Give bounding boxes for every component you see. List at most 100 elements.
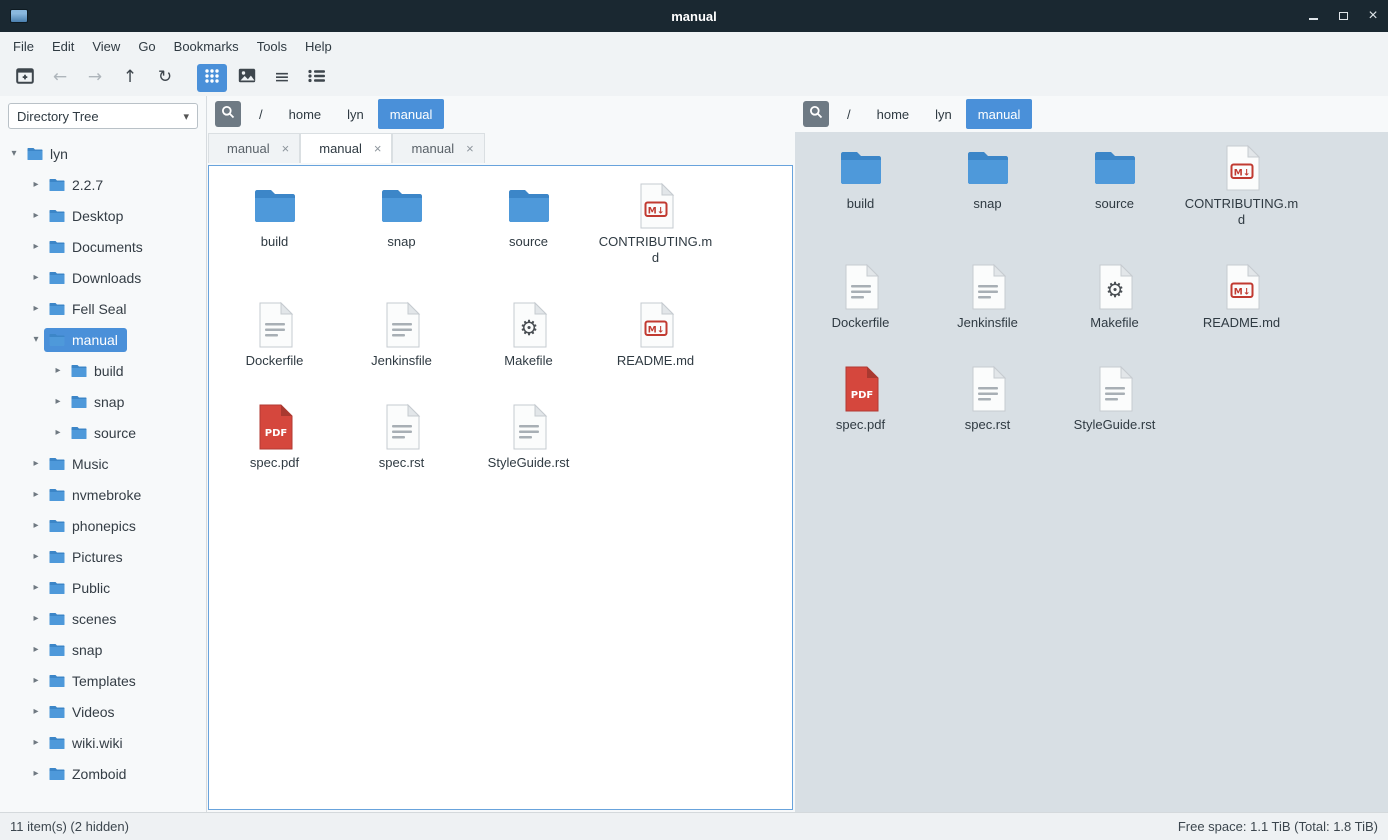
tree-item-pictures[interactable]: ▸Pictures — [0, 541, 206, 572]
chevron-right-icon[interactable]: ▸ — [28, 675, 44, 686]
chevron-down-icon[interactable]: ▾ — [6, 148, 22, 159]
tree-item-videos[interactable]: ▸Videos — [0, 696, 206, 727]
file-contributing-md[interactable]: M↓CONTRIBUTING.md — [1178, 144, 1305, 229]
reload-button[interactable]: ↻ — [150, 64, 180, 92]
breadcrumb-lyn[interactable]: lyn — [335, 99, 376, 129]
breadcrumb-manual[interactable]: manual — [966, 99, 1033, 129]
chevron-right-icon[interactable]: ▸ — [28, 551, 44, 562]
titlebar[interactable]: manual × — [0, 0, 1388, 32]
chevron-right-icon[interactable]: ▸ — [28, 303, 44, 314]
tree-item-snap[interactable]: ▸snap — [0, 386, 206, 417]
tab-manual-2[interactable]: manual× — [392, 133, 484, 163]
tree-item-fell-seal[interactable]: ▸Fell Seal — [0, 293, 206, 324]
icon-view-button[interactable] — [197, 64, 227, 92]
tree-item-nvmebroke[interactable]: ▸nvmebroke — [0, 479, 206, 510]
chevron-right-icon[interactable]: ▸ — [28, 458, 44, 469]
tree-item-templates[interactable]: ▸Templates — [0, 665, 206, 696]
file-source[interactable]: source — [465, 182, 592, 267]
file-source[interactable]: source — [1051, 144, 1178, 229]
tree-item-documents[interactable]: ▸Documents — [0, 231, 206, 262]
breadcrumb-home[interactable]: home — [277, 99, 334, 129]
menu-file[interactable]: File — [4, 32, 43, 60]
file-snap[interactable]: snap — [338, 182, 465, 267]
tree-item-phonepics[interactable]: ▸phonepics — [0, 510, 206, 541]
file-styleguide-rst[interactable]: StyleGuide.rst — [465, 403, 592, 471]
breadcrumb-root[interactable]: / — [835, 99, 863, 129]
file-makefile[interactable]: ⚙Makefile — [465, 301, 592, 369]
chevron-right-icon[interactable]: ▸ — [28, 706, 44, 717]
chevron-right-icon[interactable]: ▸ — [28, 737, 44, 748]
chevron-right-icon[interactable]: ▸ — [28, 582, 44, 593]
close-tab-icon[interactable]: × — [374, 142, 382, 155]
tree-item-wiki-wiki[interactable]: ▸wiki.wiki — [0, 727, 206, 758]
tree-item-build[interactable]: ▸build — [0, 355, 206, 386]
back-button[interactable]: ← — [45, 64, 75, 92]
maximize-button[interactable] — [1328, 0, 1358, 32]
menu-edit[interactable]: Edit — [43, 32, 83, 60]
close-tab-icon[interactable]: × — [282, 142, 290, 155]
file-build[interactable]: build — [211, 182, 338, 267]
breadcrumb-root[interactable]: / — [247, 99, 275, 129]
chevron-right-icon[interactable]: ▸ — [28, 241, 44, 252]
file-makefile[interactable]: ⚙Makefile — [1051, 263, 1178, 331]
menu-view[interactable]: View — [83, 32, 129, 60]
breadcrumb-manual[interactable]: manual — [378, 99, 445, 129]
chevron-right-icon[interactable]: ▸ — [28, 272, 44, 283]
file-contributing-md[interactable]: M↓CONTRIBUTING.md — [592, 182, 719, 267]
tree-item-lyn[interactable]: ▾lyn — [0, 138, 206, 169]
tree-item-manual[interactable]: ▾manual — [0, 324, 206, 355]
tab-manual-1[interactable]: manual× — [300, 133, 392, 163]
breadcrumb-home[interactable]: home — [865, 99, 922, 129]
close-tab-icon[interactable]: × — [466, 142, 474, 155]
file-snap[interactable]: snap — [924, 144, 1051, 229]
file-spec-pdf[interactable]: PDFspec.pdf — [211, 403, 338, 471]
right-file-view[interactable]: buildsnapsourceM↓CONTRIBUTING.mdDockerfi… — [795, 132, 1388, 812]
file-jenkinsfile[interactable]: Jenkinsfile — [338, 301, 465, 369]
file-dockerfile[interactable]: Dockerfile — [211, 301, 338, 369]
chevron-right-icon[interactable]: ▸ — [28, 768, 44, 779]
new-tab-button[interactable] — [10, 64, 40, 92]
tree-item-2-2-7[interactable]: ▸2.2.7 — [0, 169, 206, 200]
tree-item-downloads[interactable]: ▸Downloads — [0, 262, 206, 293]
chevron-right-icon[interactable]: ▸ — [28, 644, 44, 655]
breadcrumb-lyn[interactable]: lyn — [923, 99, 964, 129]
detailed-list-button[interactable] — [302, 64, 332, 92]
file-styleguide-rst[interactable]: StyleGuide.rst — [1051, 365, 1178, 433]
chevron-down-icon[interactable]: ▾ — [28, 334, 44, 345]
file-build[interactable]: build — [797, 144, 924, 229]
tree-item-public[interactable]: ▸Public — [0, 572, 206, 603]
file-spec-rst[interactable]: spec.rst — [338, 403, 465, 471]
menu-bookmarks[interactable]: Bookmarks — [165, 32, 248, 60]
tree-item-source[interactable]: ▸source — [0, 417, 206, 448]
chevron-right-icon[interactable]: ▸ — [50, 427, 66, 438]
chevron-right-icon[interactable]: ▸ — [28, 520, 44, 531]
chevron-right-icon[interactable]: ▸ — [50, 396, 66, 407]
forward-button[interactable]: → — [80, 64, 110, 92]
tree-item-snap[interactable]: ▸snap — [0, 634, 206, 665]
right-path-search-button[interactable] — [803, 101, 829, 127]
tree-item-zomboid[interactable]: ▸Zomboid — [0, 758, 206, 789]
menu-help[interactable]: Help — [296, 32, 341, 60]
menu-tools[interactable]: Tools — [248, 32, 296, 60]
tree-item-music[interactable]: ▸Music — [0, 448, 206, 479]
tree-item-scenes[interactable]: ▸scenes — [0, 603, 206, 634]
file-jenkinsfile[interactable]: Jenkinsfile — [924, 263, 1051, 331]
sidebar-mode-select[interactable]: Directory Tree ▾ — [8, 103, 198, 129]
left-file-view[interactable]: buildsnapsourceM↓CONTRIBUTING.md Dockerfi… — [208, 165, 793, 810]
file-spec-pdf[interactable]: PDFspec.pdf — [797, 365, 924, 433]
thumbnail-view-button[interactable] — [232, 64, 262, 92]
chevron-right-icon[interactable]: ▸ — [28, 613, 44, 624]
file-readme-md[interactable]: M↓README.md — [1178, 263, 1305, 331]
menu-go[interactable]: Go — [129, 32, 164, 60]
chevron-right-icon[interactable]: ▸ — [28, 179, 44, 190]
tree-item-desktop[interactable]: ▸Desktop — [0, 200, 206, 231]
close-button[interactable]: × — [1358, 0, 1388, 32]
tab-manual-0[interactable]: manual× — [208, 133, 300, 163]
compact-view-button[interactable]: ≡ — [267, 64, 297, 92]
chevron-right-icon[interactable]: ▸ — [28, 489, 44, 500]
up-button[interactable]: ↑ — [115, 64, 145, 92]
file-readme-md[interactable]: M↓README.md — [592, 301, 719, 369]
minimize-button[interactable] — [1298, 0, 1328, 32]
chevron-right-icon[interactable]: ▸ — [50, 365, 66, 376]
file-spec-rst[interactable]: spec.rst — [924, 365, 1051, 433]
